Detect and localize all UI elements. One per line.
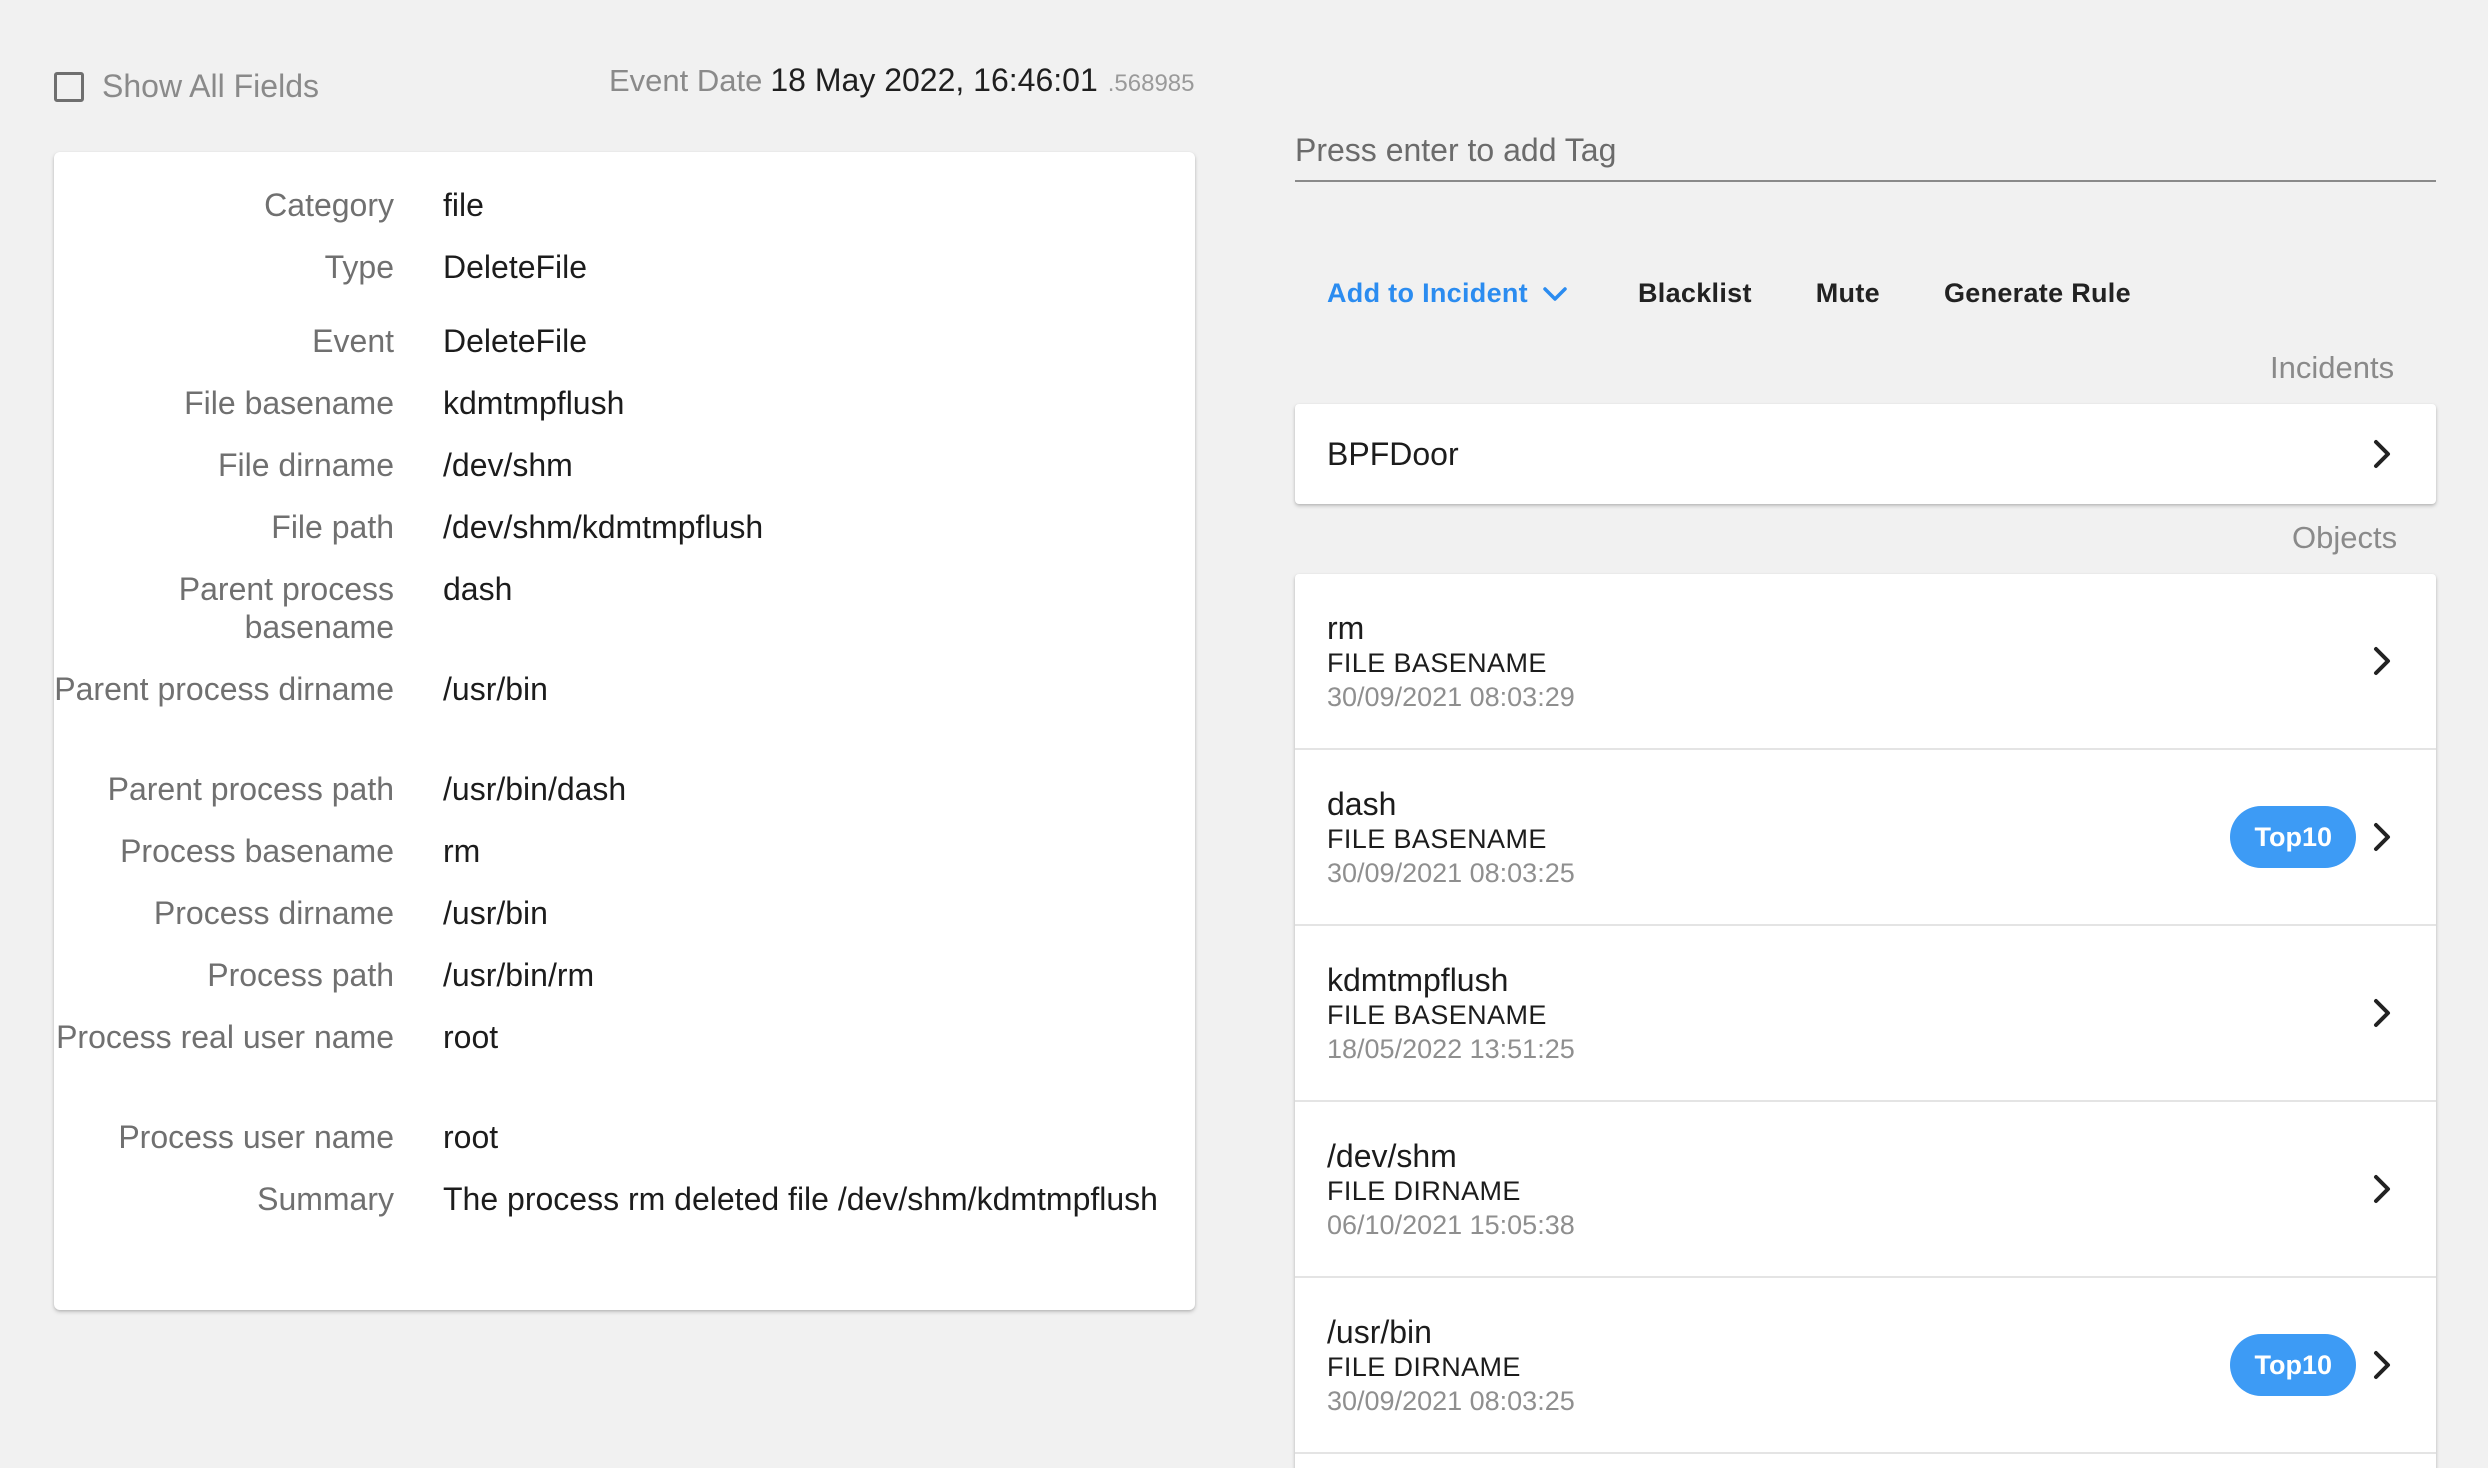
field-value: DeleteFile	[443, 249, 588, 285]
field-key: Parent process dirname	[54, 671, 394, 707]
chevron-right-icon	[2370, 436, 2394, 472]
field-key: Process basename	[120, 833, 394, 869]
field-value: file	[443, 187, 484, 223]
mute-button[interactable]: Mute	[1816, 278, 1880, 309]
field-key: File basename	[184, 385, 394, 421]
field-row: Parent process dirname /usr/bin	[54, 670, 1195, 708]
object-name: kdmtmpflush	[1327, 962, 1509, 998]
generate-rule-button[interactable]: Generate Rule	[1944, 278, 2131, 309]
object-item[interactable]: dash FILE BASENAME 30/09/2021 08:03:25 T…	[1295, 750, 2436, 926]
event-date-value: 18 May 2022, 16:46:01	[770, 62, 1098, 98]
field-row: File dirname /dev/shm	[54, 446, 1195, 484]
show-all-fields-checkbox[interactable]	[54, 71, 84, 102]
blacklist-button[interactable]: Blacklist	[1638, 278, 1752, 309]
field-row: Process path /usr/bin/rm	[54, 956, 1195, 994]
field-value: kdmtmpflush	[443, 385, 625, 421]
object-item[interactable]: kdmtmpflush FILE BASENAME 18/05/2022 13:…	[1295, 926, 2436, 1102]
field-row: Category file	[54, 186, 1195, 224]
field-key: Process path	[207, 957, 394, 993]
field-value: root	[443, 1019, 499, 1055]
object-item[interactable]: /usr/bin FILE DIRNAME 30/09/2021 08:03:2…	[1295, 1278, 2436, 1454]
chevron-right-icon	[2370, 643, 2394, 679]
event-date-fraction: .568985	[1107, 70, 1195, 97]
field-row: Process basename rm	[54, 832, 1195, 870]
object-timestamp: 30/09/2021 08:03:29	[1327, 682, 1575, 712]
field-row: File basename kdmtmpflush	[54, 384, 1195, 422]
field-key: Summary	[257, 1181, 394, 1217]
field-value: root	[443, 1119, 499, 1155]
add-tag-input[interactable]	[1295, 120, 2436, 182]
field-row: File path /dev/shm/kdmtmpflush	[54, 508, 1195, 546]
objects-section-label: Objects	[2292, 520, 2398, 555]
field-row: Summary The process rm deleted file /dev…	[54, 1180, 1195, 1218]
field-key: File dirname	[217, 447, 394, 483]
object-name: rm	[1327, 610, 1365, 646]
event-fields-card: Category file Type DeleteFile Event Dele…	[54, 152, 1195, 1310]
field-row: Process dirname /usr/bin	[54, 894, 1195, 932]
object-timestamp: 30/09/2021 08:03:25	[1327, 858, 1575, 888]
chevron-down-icon	[1542, 286, 1568, 302]
object-kind: FILE BASENAME	[1327, 1000, 1547, 1030]
field-value: /dev/shm/kdmtmpflush	[443, 509, 764, 545]
field-row: Parent process path /usr/bin/dash	[54, 770, 1195, 808]
field-row: Type DeleteFile	[54, 248, 1195, 286]
field-key: Parent process basename	[178, 571, 394, 645]
field-row: Event DeleteFile	[54, 322, 1195, 360]
incident-name: BPFDoor	[1327, 435, 1459, 472]
field-key: Event	[312, 323, 394, 359]
chevron-right-icon	[2370, 819, 2394, 855]
event-date: Event Date 18 May 2022, 16:46:01 .568985	[609, 62, 1195, 99]
object-timestamp: 06/10/2021 15:05:38	[1327, 1210, 1575, 1240]
action-bar: Add to Incident Blacklist Mute Generate …	[1327, 278, 2131, 309]
top10-badge: Top10	[2230, 1334, 2356, 1396]
field-value: /usr/bin/dash	[443, 771, 627, 807]
object-name: /dev/shm	[1327, 1138, 1457, 1174]
event-date-label: Event Date	[609, 63, 763, 98]
field-key: Process user name	[118, 1119, 394, 1155]
field-key: Category	[264, 187, 394, 223]
object-kind: FILE BASENAME	[1327, 824, 1547, 854]
incidents-section-label: Incidents	[2270, 350, 2395, 385]
object-timestamp: 30/09/2021 08:03:25	[1327, 1386, 1575, 1416]
field-value: /usr/bin	[443, 895, 548, 931]
top10-badge: Top10	[2230, 806, 2356, 868]
field-row: Process real user name root	[54, 1018, 1195, 1056]
field-row: Parent process basename dash	[54, 570, 1195, 646]
chevron-right-icon	[2370, 1347, 2394, 1383]
field-key: Parent process path	[107, 771, 394, 807]
objects-list: rm FILE BASENAME 30/09/2021 08:03:29 das…	[1295, 574, 2436, 1468]
field-key: Process dirname	[153, 895, 394, 931]
field-value: dash	[443, 571, 513, 607]
field-value: /usr/bin	[443, 671, 548, 707]
object-name: /usr/bin	[1327, 1314, 1432, 1350]
chevron-right-icon	[2370, 1171, 2394, 1207]
field-key: File path	[271, 509, 394, 545]
incident-item-bpfdoor[interactable]: BPFDoor	[1295, 404, 2436, 504]
object-kind: FILE BASENAME	[1327, 648, 1547, 678]
object-name: dash	[1327, 786, 1397, 822]
event-detail-page: Show All Fields Event Date 18 May 2022, …	[0, 0, 2488, 1468]
field-value: /usr/bin/rm	[443, 957, 595, 993]
field-value: rm	[443, 833, 481, 869]
object-item[interactable]: rm FILE BASENAME 30/09/2021 08:03:29	[1295, 574, 2436, 750]
add-to-incident-button[interactable]: Add to Incident	[1327, 278, 1568, 309]
field-key: Type	[324, 249, 394, 285]
field-value: /dev/shm	[443, 447, 573, 483]
object-kind: FILE DIRNAME	[1327, 1176, 1521, 1206]
field-value: The process rm deleted file /dev/shm/kdm…	[443, 1181, 1158, 1217]
add-to-incident-label: Add to Incident	[1327, 278, 1528, 308]
show-all-fields-toggle[interactable]: Show All Fields	[54, 68, 319, 105]
chevron-right-icon	[2370, 995, 2394, 1031]
object-kind: FILE DIRNAME	[1327, 1352, 1521, 1382]
object-item[interactable]: /dev/shm FILE DIRNAME 06/10/2021 15:05:3…	[1295, 1102, 2436, 1278]
field-row: Process user name root	[54, 1118, 1195, 1156]
show-all-fields-label: Show All Fields	[102, 68, 319, 104]
field-value: DeleteFile	[443, 323, 588, 359]
object-timestamp: 18/05/2022 13:51:25	[1327, 1034, 1575, 1064]
field-key: Process real user name	[56, 1019, 394, 1055]
